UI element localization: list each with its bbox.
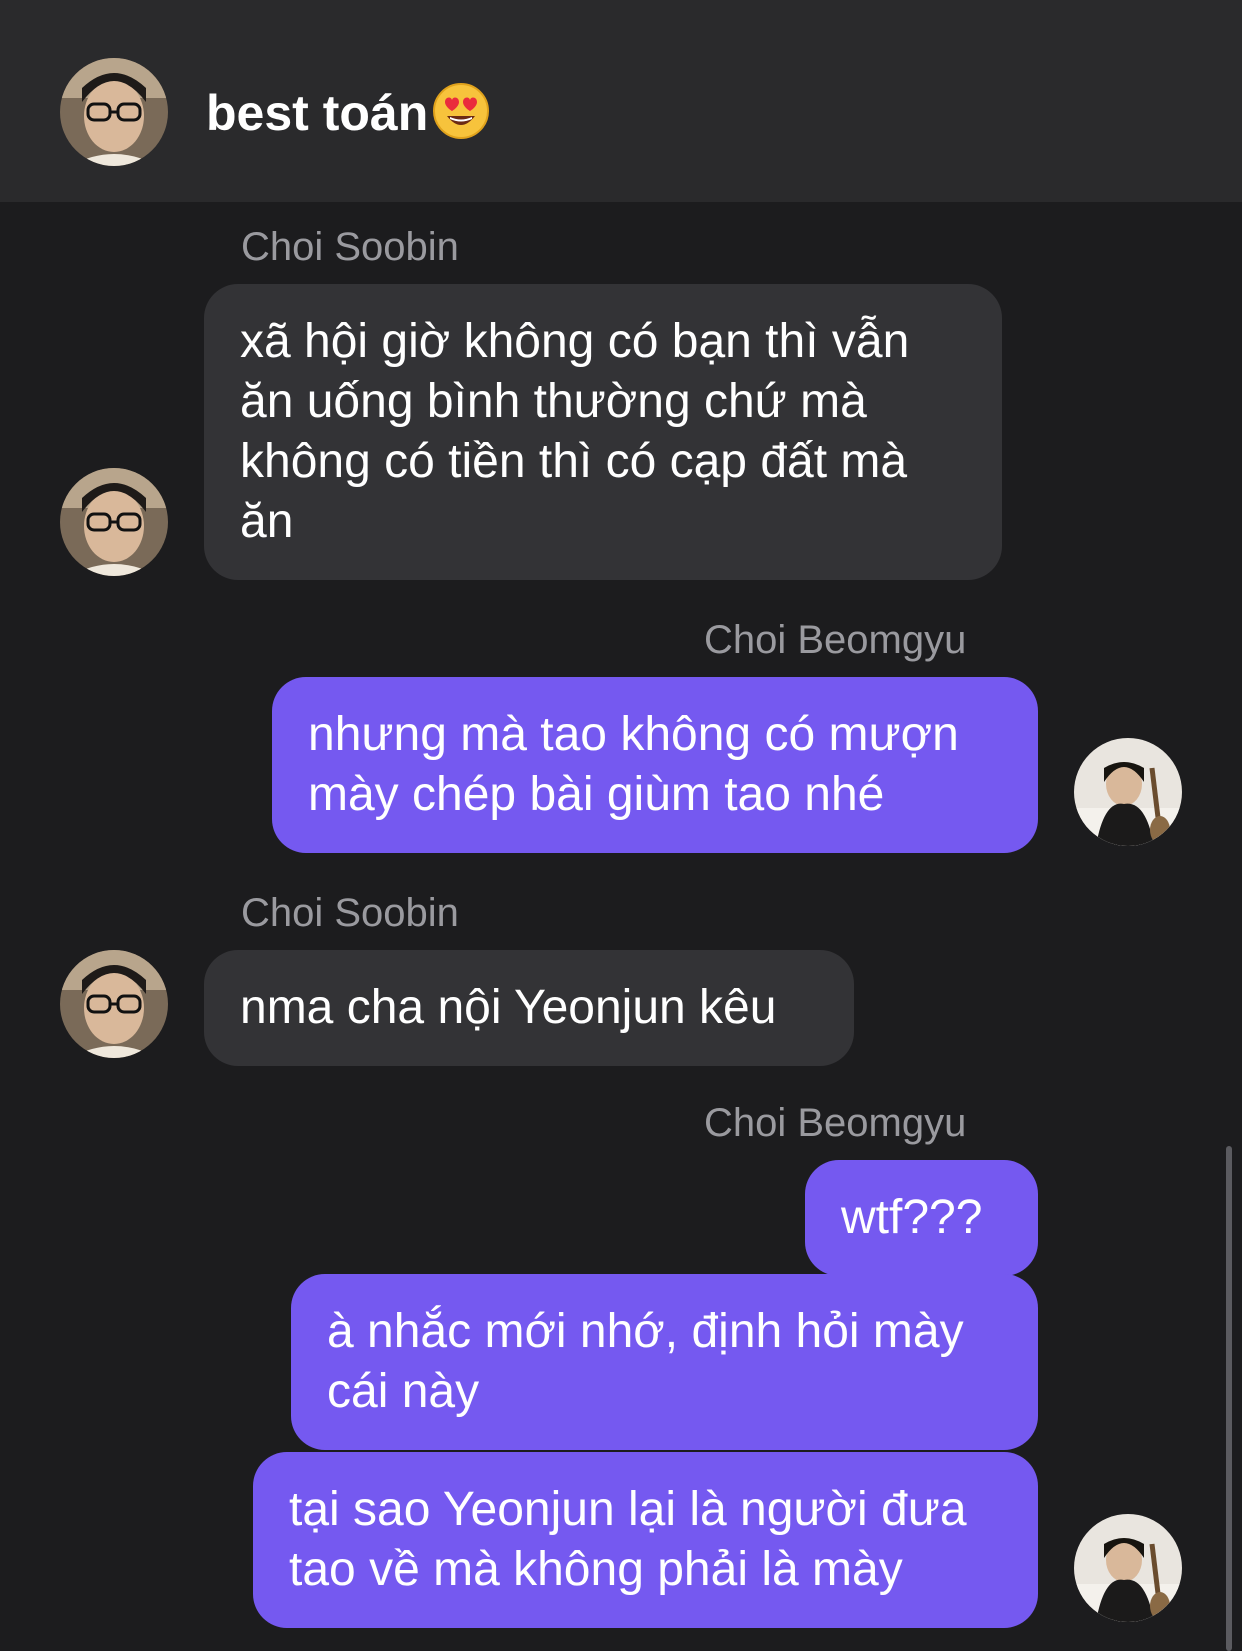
my-avatar[interactable] [1074,738,1182,846]
person-avatar-icon [60,950,168,1058]
person-avatar-icon [1074,738,1182,846]
chat-screen: best toán Choi Soobin xã hội giờ không c… [0,0,1242,1651]
person-avatar-icon [60,468,168,576]
heart-eyes-emoji-icon [433,82,490,139]
outgoing-message-bubble[interactable]: nhưng mà tao không có mượn mày chép bài … [272,677,1038,853]
my-avatar[interactable] [1074,1514,1182,1622]
outgoing-message-bubble[interactable]: tại sao Yeonjun lại là người đưa tao về … [253,1452,1038,1628]
chat-title: best toán [206,78,490,148]
person-avatar-icon [1074,1514,1182,1622]
incoming-message-bubble[interactable]: nma cha nội Yeonjun kêu [204,950,854,1066]
sender-name: Choi Beomgyu [704,1101,967,1145]
sender-name: Choi Soobin [241,225,459,269]
person-avatar-icon [60,58,168,166]
sender-avatar[interactable] [60,468,168,576]
sender-name: Choi Soobin [241,891,459,935]
chat-header: best toán [0,0,1242,202]
chat-avatar[interactable] [60,58,168,166]
outgoing-message-bubble[interactable]: wtf??? [805,1160,1038,1276]
sender-avatar[interactable] [60,950,168,1058]
sender-name: Choi Beomgyu [704,618,967,662]
incoming-message-bubble[interactable]: xã hội giờ không có bạn thì vẫn ăn uống … [204,284,1002,580]
chat-title-text: best toán [206,85,429,141]
scrollbar[interactable] [1226,1146,1232,1651]
outgoing-message-bubble[interactable]: à nhắc mới nhớ, định hỏi mày cái này [291,1274,1038,1450]
